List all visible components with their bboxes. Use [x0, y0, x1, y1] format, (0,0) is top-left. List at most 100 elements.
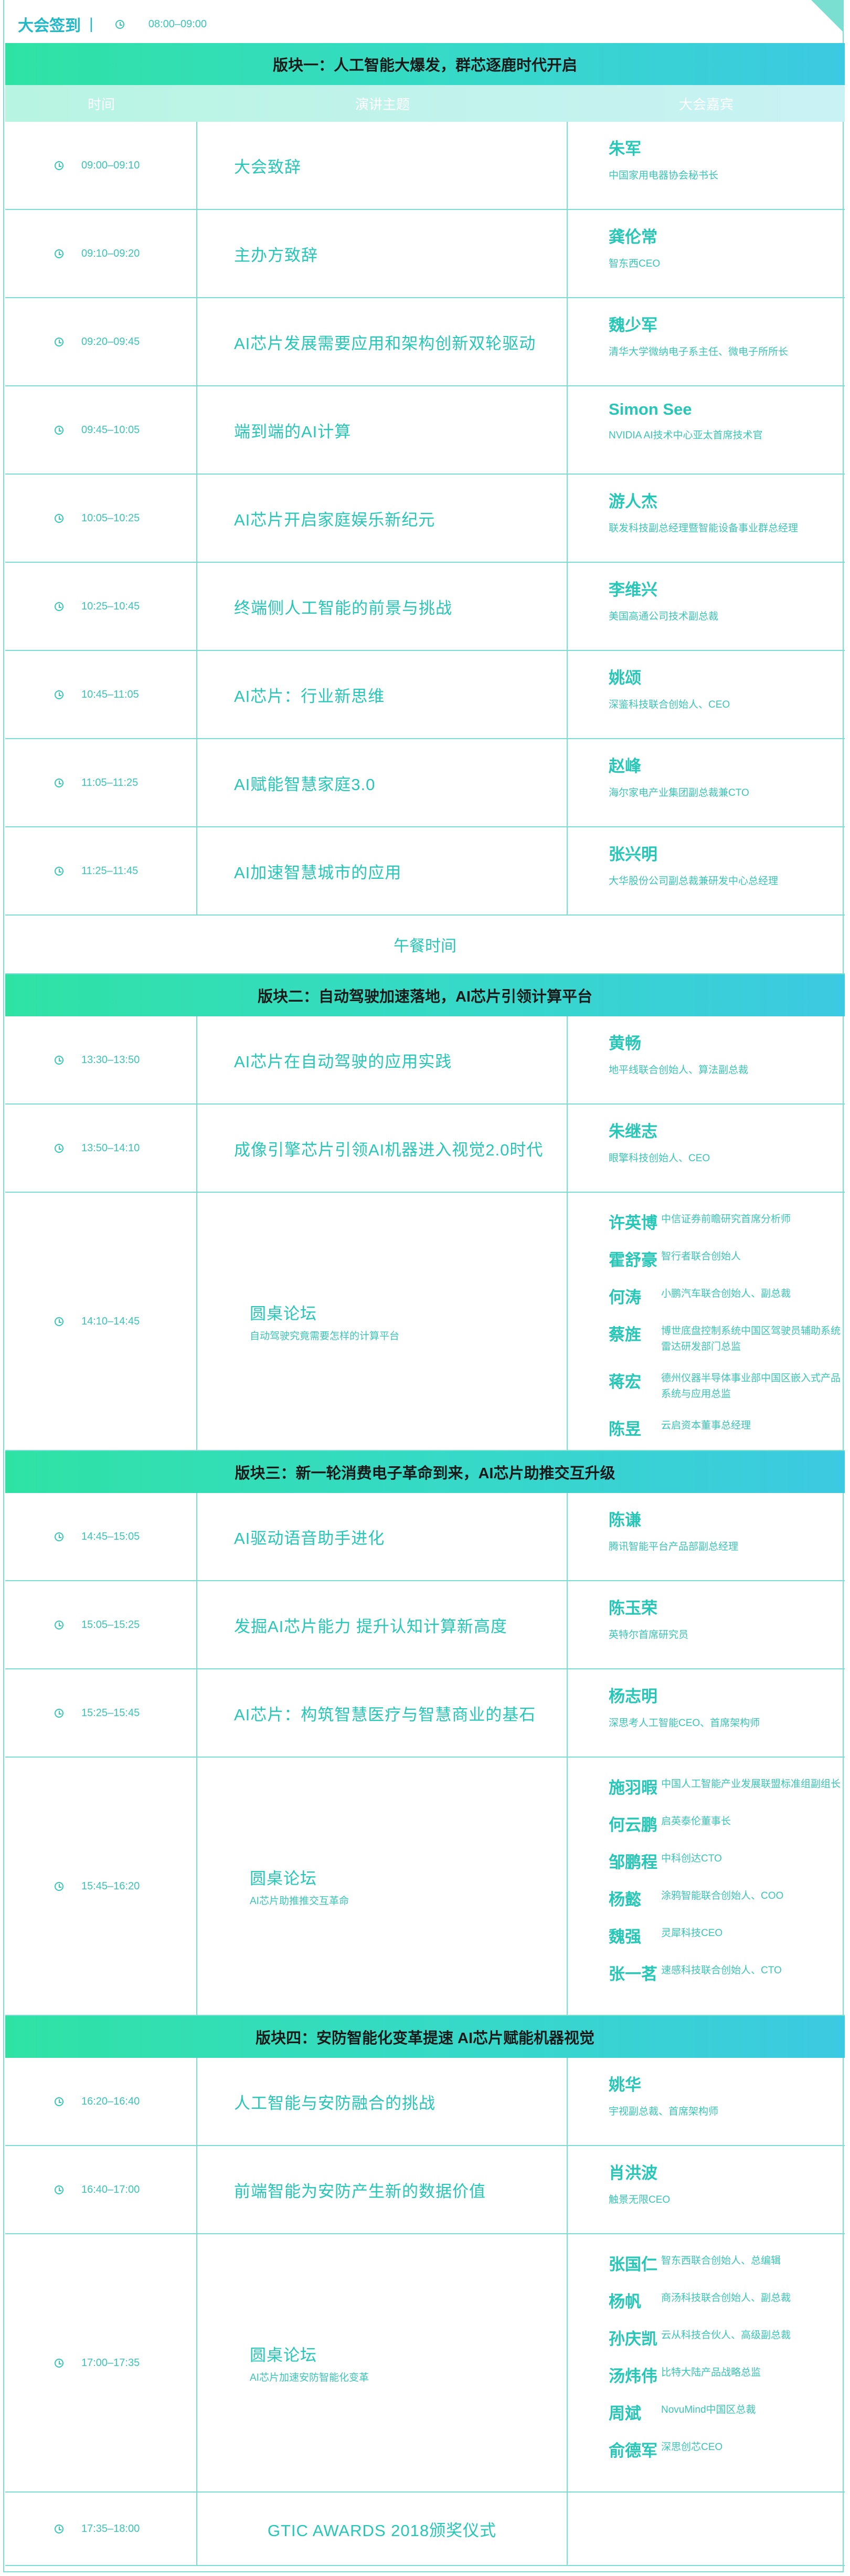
- panelist-title: 启英泰伦董事长: [661, 1816, 731, 1827]
- session-topic: AI芯片：行业新思维: [234, 687, 385, 706]
- speaker-title: 联发科技副总经理暨智能设备事业群总经理: [609, 523, 799, 534]
- column-header-cell: 演讲主题: [355, 96, 410, 112]
- session-time: 17:00–17:35: [81, 2357, 140, 2369]
- session-time: 16:20–16:40: [81, 2095, 140, 2107]
- clock-icon: [55, 249, 63, 258]
- time-cell: 17:35–18:00: [5, 2493, 197, 2565]
- agenda-row: 16:40–17:00 前端智能为安防产生新的数据价值 肖洪波 触景无限CEO: [5, 2146, 845, 2234]
- panelist-name: 许英博: [609, 1214, 657, 1232]
- session-topic: 成像引擎芯片引领AI机器进入视觉2.0时代: [234, 1140, 544, 1159]
- session-time: 14:45–15:05: [81, 1530, 140, 1542]
- time-cell: 11:25–11:45: [5, 827, 197, 914]
- speaker-name: 游人杰: [609, 492, 657, 511]
- topic-cell: 圆桌论坛 AI芯片助推推交互革命: [197, 1758, 568, 2015]
- agenda-row: 10:05–10:25 AI芯片开启家庭娱乐新纪元 游人杰 联发科技副总经理暨智能设备…: [5, 475, 845, 563]
- session-time: 15:45–16:20: [81, 1880, 140, 1892]
- panelist-title: 云从科技合伙人、高级副总裁: [661, 2330, 791, 2341]
- panelist-name: 蒋宏: [609, 1373, 641, 1391]
- block-header: 版块二：自动驾驶加速落地，AI芯片引领计算平台: [5, 974, 845, 1016]
- session-time: 10:25–10:45: [81, 600, 140, 612]
- session-time: 09:20–09:45: [81, 335, 140, 348]
- panelist-title: 速感科技联合创始人、CTO: [661, 1965, 782, 1976]
- speaker-name: 姚华: [609, 2076, 641, 2094]
- speaker-name: 肖洪波: [609, 2164, 657, 2182]
- session-time: 10:45–11:05: [81, 688, 139, 700]
- session-time: 09:10–09:20: [81, 247, 140, 259]
- session-topic: 前端智能为安防产生新的数据价值: [234, 2182, 486, 2201]
- clock-icon: [55, 1620, 63, 1629]
- clock-icon: [55, 1532, 63, 1541]
- speaker-cell: 姚华宇视副总裁、首席架构师: [568, 2058, 845, 2145]
- panelist: 孙庆凯 云从科技合伙人、高级副总裁: [609, 2326, 845, 2349]
- panelist-name: 汤炜伟: [609, 2367, 657, 2385]
- agenda-row: 09:20–09:45 AI芯片发展需要应用和架构创新双轮驱动 魏少军 清华大学微纳电…: [5, 298, 845, 386]
- panelist-name: 施羽暇: [609, 1779, 657, 1797]
- agenda-row: 13:50–14:10 成像引擎芯片引领AI机器进入视觉2.0时代 朱继志 眼擎科技创…: [5, 1105, 845, 1193]
- panelists-cell: 张国仁 智东西联合创始人、总编辑 杨帆 商汤科技联合创始人、副总裁 孙庆凯 云从科技合伙人…: [568, 2234, 845, 2491]
- speaker-title: 大华股份公司副总裁兼研发中心总经理: [609, 876, 779, 887]
- clock-icon: [55, 2524, 63, 2533]
- panelist: 蔡旌 博世底盘控制系统中国区驾驶员辅助系统雷达研发部门总监: [609, 1321, 845, 1355]
- roundtable-row: 15:45–16:20 圆桌论坛 AI芯片助推推交互革命 施羽暇 中国人工智能产业发展联…: [5, 1758, 845, 2016]
- speaker-title: 深思考人工智能CEO、首席架构师: [609, 1718, 760, 1729]
- roundtable-title: 圆桌论坛: [250, 2346, 317, 2364]
- checkin-header: 大会签到 | 08:00–09:00: [18, 12, 207, 37]
- session-time: 09:45–10:05: [81, 424, 140, 436]
- time-cell: 11:05–11:25: [5, 739, 197, 826]
- corner-decoration: [811, 0, 843, 31]
- topic-cell: 圆桌论坛 自动驾驶究竟需要怎样的计算平台: [197, 1193, 568, 1450]
- agenda-row: 15:05–15:25 发掘AI芯片能力 提升认知计算新高度 陈玉荣 英特尔首席研究员: [5, 1581, 845, 1669]
- time-cell: 10:25–10:45: [5, 563, 197, 650]
- lunch-break: 午餐时间: [5, 916, 845, 974]
- panelist: 俞德军 深思创芯CEO: [609, 2437, 845, 2461]
- panelist-title: 灵犀科技CEO: [661, 1928, 723, 1939]
- speaker-title: 宇视副总裁、首席架构师: [609, 2106, 719, 2117]
- agenda-row: 09:10–09:20 主办方致辞 龚伦常 智东西CEO: [5, 210, 845, 298]
- panelist-name: 魏强: [609, 1928, 641, 1946]
- topic-cell: 前端智能为安防产生新的数据价值: [197, 2146, 568, 2233]
- panelist: 周斌 NovuMind中国区总裁: [609, 2400, 845, 2424]
- panelist-name: 邹鹏程: [609, 1853, 657, 1871]
- clock-icon: [55, 1708, 63, 1718]
- clock-icon: [55, 425, 63, 435]
- panelist-title: 中科创达CTO: [661, 1853, 722, 1864]
- roundtable-subtitle: 自动驾驶究竟需要怎样的计算平台: [250, 1331, 400, 1342]
- speaker-title: 地平线联合创始人、算法副总裁: [609, 1065, 749, 1076]
- block-header: 版块四：安防智能化变革提速 AI芯片赋能机器视觉: [5, 2016, 845, 2058]
- session-time: 13:30–13:50: [81, 1054, 140, 1066]
- speaker-cell: 杨志明 深思考人工智能CEO、首席架构师: [568, 1669, 845, 1757]
- session-topic: AI芯片开启家庭娱乐新纪元: [234, 510, 435, 529]
- session-topic: AI赋能智慧家庭3.0: [234, 775, 376, 794]
- speaker-title: 美国高通公司技术副总裁: [609, 611, 719, 622]
- column-header-cell: 大会嘉宾: [678, 96, 734, 112]
- panelist-name: 何云鹏: [609, 1816, 657, 1834]
- time-cell: 17:00–17:35: [5, 2234, 197, 2491]
- speaker-name: 张兴明: [609, 845, 657, 864]
- agenda-row: 11:05–11:25 AI赋能智慧家庭3.0 赵峰 海尔家电产业集团副总裁兼CTO: [5, 739, 845, 827]
- time-cell: 15:25–15:45: [5, 1669, 197, 1757]
- session-topic: 人工智能与安防融合的挑战: [234, 2094, 435, 2112]
- panelist-title: 博世底盘控制系统中国区驾驶员辅助系统雷达研发部门总监: [661, 1326, 841, 1352]
- speaker-name: 朱继志: [609, 1122, 657, 1141]
- topic-cell: AI赋能智慧家庭3.0: [197, 739, 568, 826]
- clock-icon: [55, 2097, 63, 2106]
- block-header: 版块一：人工智能大爆发，群芯逐鹿时代开启: [5, 43, 845, 85]
- speaker-name: 赵峰: [609, 757, 641, 775]
- panelists-cell: 许英博 中信证券前瞻研究首席分析师 霍舒豪 智行者联合创始人 何涛 小鹏汽车联合创始人、副…: [568, 1193, 845, 1450]
- speaker-name: 陈玉荣: [609, 1599, 657, 1617]
- panelist-name: 杨懿: [609, 1890, 641, 1909]
- clock-icon: [55, 1143, 63, 1153]
- time-cell: 09:45–10:05: [5, 386, 197, 474]
- clock-icon: [55, 1317, 63, 1326]
- panelist: 蒋宏 德州仪器半导体事业部中国区嵌入式产品系统与应用总监: [609, 1369, 845, 1402]
- topic-cell: GTIC AWARDS 2018颁奖仪式: [197, 2493, 568, 2565]
- clock-icon: [55, 2185, 63, 2194]
- clock-icon: [55, 866, 63, 876]
- speaker-cell: 陈玉荣 英特尔首席研究员: [568, 1581, 845, 1668]
- panelist: 魏强 灵犀科技CEO: [609, 1923, 845, 1947]
- clock-icon: [55, 690, 63, 699]
- session-time: 11:05–11:25: [81, 776, 139, 788]
- session-time: 16:40–17:00: [81, 2183, 140, 2195]
- session-time: 15:25–15:45: [81, 1707, 140, 1719]
- clock-icon: [55, 602, 63, 611]
